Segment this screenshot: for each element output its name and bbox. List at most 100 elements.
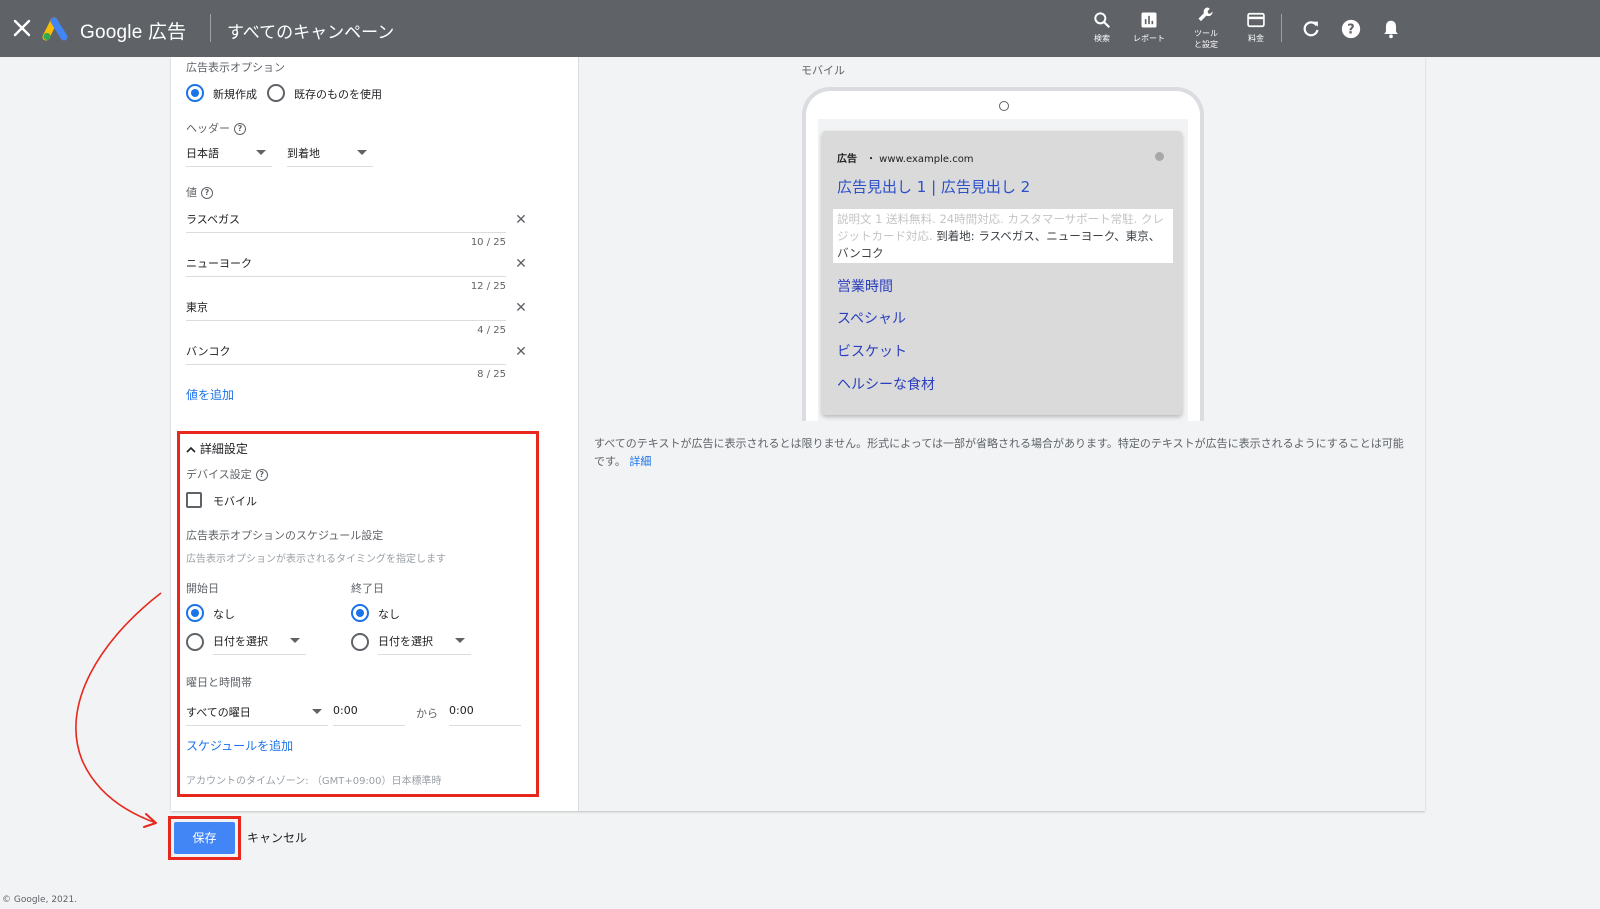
value-text: ラスベガス	[186, 213, 241, 226]
header-label: ヘッダー?	[186, 120, 246, 136]
values-help-icon[interactable]: ?	[201, 187, 213, 199]
chevron-down-icon	[256, 150, 266, 155]
phone-camera-icon	[999, 101, 1009, 111]
brand-name: Google 広告	[80, 22, 187, 43]
add-value-link[interactable]: 値を追加	[186, 386, 234, 403]
chevron-up-icon	[186, 446, 196, 453]
values-label-text: 値	[186, 186, 197, 199]
topbar-separator	[1281, 14, 1282, 42]
svg-text:?: ?	[1347, 23, 1354, 38]
sitelink: ビスケット	[837, 344, 907, 360]
page-title: すべてのキャンペーン	[227, 23, 395, 43]
ad-description: 説明文 1 送料無料. 24時間対応. カスタマーサポート常駐. クレジットカー…	[833, 209, 1173, 263]
start-date-dropdown[interactable]: 日付を選択	[213, 627, 306, 655]
ad-headline: 広告見出し 1 | 広告見出し 2	[837, 178, 1031, 196]
from-label: から	[416, 707, 438, 720]
remove-value-icon[interactable]: ✕	[514, 345, 528, 359]
value-char-counter: 8 / 25	[477, 369, 506, 380]
days-value: すべての曜日	[186, 706, 251, 719]
help-icon[interactable]: ?	[1340, 18, 1362, 40]
billing-button[interactable]: 料金	[1228, 8, 1284, 44]
timezone-text: アカウントのタイムゾーン: （GMT+09:00）日本標準時	[186, 776, 442, 787]
ad-url: ・ www.example.com	[866, 154, 974, 165]
end-none-radio[interactable]	[351, 604, 369, 622]
language-dropdown[interactable]: 日本語	[186, 139, 272, 167]
billing-button-label: 料金	[1248, 34, 1264, 43]
value-char-counter: 4 / 25	[477, 325, 506, 336]
preview-note-text: すべてのテキストが広告に表示されるとは限りません。形式によっては一部が省略される…	[594, 437, 1404, 468]
chevron-down-icon	[312, 709, 322, 714]
billing-icon	[1247, 12, 1265, 28]
chevron-down-icon	[455, 638, 465, 643]
value-char-counter: 12 / 25	[470, 281, 506, 292]
search-button-label: 検索	[1094, 34, 1110, 43]
value-text: ニューヨーク	[186, 257, 252, 270]
start-time-value: 0:00	[333, 704, 358, 717]
value-field[interactable]: ラスベガス	[186, 207, 506, 233]
mobile-label: モバイル	[213, 495, 257, 508]
ad-badge: 広告	[837, 154, 857, 165]
notifications-icon[interactable]	[1380, 18, 1402, 40]
mobile-checkbox[interactable]	[186, 492, 202, 508]
close-icon[interactable]	[10, 16, 34, 40]
header-type-dropdown[interactable]: 到着地	[287, 139, 373, 167]
device-help-icon[interactable]: ?	[255, 469, 268, 481]
start-none-label: なし	[213, 608, 235, 621]
header-help-icon[interactable]: ?	[234, 123, 246, 135]
start-time-input[interactable]: 0:00	[333, 698, 405, 726]
report-button[interactable]: レポート	[1121, 8, 1177, 44]
learn-more-link[interactable]: 詳細	[629, 455, 651, 468]
preview-note: すべてのテキストが広告に表示されるとは限りません。形式によっては一部が省略される…	[594, 435, 1414, 471]
ad-extension-label: 広告表示オプション	[186, 61, 285, 74]
use-existing-radio[interactable]	[267, 84, 285, 102]
end-select-date-radio[interactable]	[351, 633, 369, 651]
remove-value-icon[interactable]: ✕	[514, 257, 528, 271]
ad-info-icon	[1155, 152, 1164, 161]
top-bar: Google 広告 すべてのキャンペーン 検索 レポート ツールと設定 料金 ?	[0, 0, 1600, 57]
end-date-label: 終了日	[351, 582, 384, 595]
value-field[interactable]: 東京	[186, 295, 506, 321]
value-char-counter: 10 / 25	[470, 237, 506, 248]
end-none-label: なし	[378, 608, 400, 621]
device-settings-label: デバイス設定?	[186, 466, 268, 482]
annotation-arrow	[75, 592, 162, 828]
cancel-button[interactable]: キャンセル	[247, 829, 307, 846]
wrench-icon	[1198, 7, 1213, 22]
remove-value-icon[interactable]: ✕	[514, 301, 528, 315]
value-field[interactable]: バンコク	[186, 339, 506, 365]
start-date-label: 開始日	[186, 582, 219, 595]
end-date-value: 日付を選択	[378, 635, 433, 648]
schedule-hint: 広告表示オプションが表示されるタイミングを指定します	[186, 554, 446, 565]
tools-settings-button[interactable]: ツールと設定	[1178, 3, 1234, 50]
start-none-radio[interactable]	[186, 604, 204, 622]
chevron-down-icon	[290, 638, 300, 643]
start-date-value: 日付を選択	[213, 635, 268, 648]
sitelink: ヘルシーな食材	[837, 377, 935, 393]
create-new-radio[interactable]	[186, 84, 204, 102]
value-field[interactable]: ニューヨーク	[186, 251, 506, 277]
add-schedule-link[interactable]: スケジュールを追加	[186, 737, 293, 754]
refresh-icon[interactable]	[1300, 18, 1322, 40]
use-existing-label: 既存のものを使用	[294, 88, 382, 101]
end-time-input[interactable]: 0:00	[449, 698, 521, 726]
device-settings-text: デバイス設定	[186, 468, 252, 481]
remove-value-icon[interactable]: ✕	[514, 213, 528, 227]
google-ads-logo	[42, 17, 68, 41]
save-button[interactable]: 保存	[174, 822, 235, 854]
schedule-title: 広告表示オプションのスケジュール設定	[186, 529, 384, 542]
preview-device-label: モバイル	[801, 64, 845, 77]
start-select-date-radio[interactable]	[186, 633, 204, 651]
language-value: 日本語	[186, 147, 219, 160]
report-button-label: レポート	[1133, 34, 1165, 43]
sitelink: スペシャル	[837, 311, 907, 327]
advanced-settings-toggle[interactable]: 詳細設定	[186, 440, 248, 457]
values-label: 値?	[186, 184, 213, 200]
end-date-dropdown[interactable]: 日付を選択	[378, 627, 471, 655]
chevron-down-icon	[357, 150, 367, 155]
topbar-divider	[210, 14, 211, 42]
days-dropdown[interactable]: すべての曜日	[186, 698, 328, 726]
copyright-footer: © Google, 2021.	[2, 895, 78, 905]
ad-preview-card	[822, 131, 1182, 415]
advanced-settings-label: 詳細設定	[199, 442, 248, 456]
end-time-value: 0:00	[449, 704, 474, 717]
